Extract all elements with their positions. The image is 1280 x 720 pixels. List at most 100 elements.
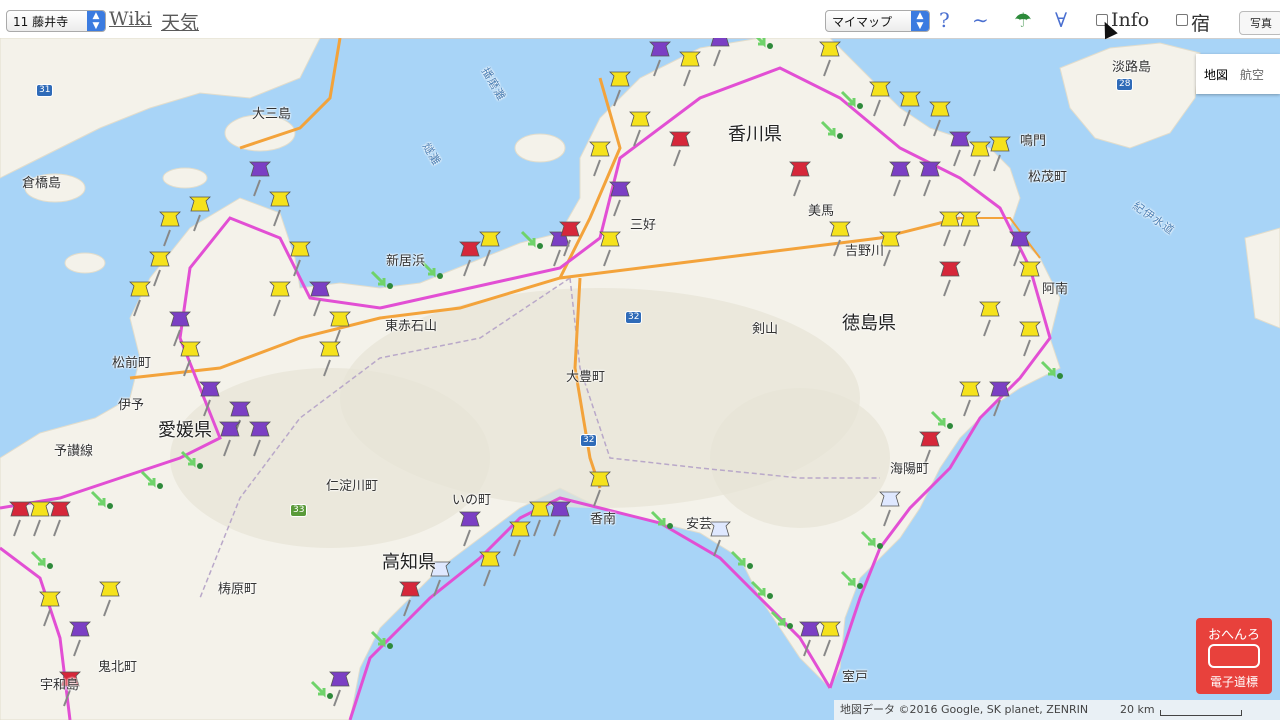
pushpin-marker-icon: [710, 38, 730, 47]
place-label: 伊予: [118, 398, 145, 413]
place-label: 淡路島: [1112, 60, 1152, 75]
star-marker-icon: [767, 593, 773, 599]
pushpin-marker-icon: [1019, 261, 1041, 277]
star-marker-icon: [747, 563, 753, 569]
lodging-checkbox[interactable]: [1176, 14, 1188, 26]
mountain-shade: [710, 388, 890, 528]
place-label: 愛媛県: [158, 420, 212, 441]
pushpin-marker-icon: [159, 211, 181, 227]
map-type-satellite-button[interactable]: 航空: [1240, 66, 1264, 83]
logo-line1: おへんろ: [1207, 628, 1260, 643]
route-shield: 33: [290, 504, 308, 517]
pushpin-marker-icon: [879, 491, 901, 507]
pushpin-marker-icon: [529, 501, 551, 517]
place-label: 宇和島: [40, 678, 80, 693]
shikoku-outline-icon: [1208, 644, 1260, 668]
pushpin-marker-icon: [129, 281, 151, 297]
route-shield: 32: [580, 434, 598, 447]
green-arrow-marker-icon: [370, 270, 386, 288]
map-type-map-button[interactable]: 地図: [1204, 66, 1228, 83]
pushpin-marker-icon: [49, 501, 71, 517]
pushpin-marker-icon: [1009, 231, 1031, 247]
place-label: 吉野川: [845, 244, 885, 259]
temple-select-value: 11 藤井寺: [13, 15, 69, 29]
star-marker-icon: [787, 623, 793, 629]
star-marker-icon: [947, 423, 953, 429]
place-label: 仁淀川町: [326, 479, 379, 494]
map-type-control: 地図 航空: [1196, 54, 1280, 94]
star-marker-icon: [387, 643, 393, 649]
pushpin-marker-icon: [589, 471, 611, 487]
pushpin-marker-icon: [269, 281, 291, 297]
star-marker-icon: [197, 463, 203, 469]
logo-line2: 電子道標: [1209, 675, 1258, 689]
pushpin-marker-icon: [869, 81, 891, 97]
wiki-link[interactable]: Wiki: [109, 8, 152, 30]
scale-bar: [1160, 710, 1242, 716]
photo-button[interactable]: 写真: [1239, 11, 1280, 35]
map-canvas[interactable]: 大三島 倉橋島 香川県 徳島県 愛媛県 鳴門 松茂町 淡路島 美馬 吉野川 新居…: [0, 38, 1280, 720]
star-marker-icon: [857, 583, 863, 589]
pushpin-marker-icon: [919, 161, 941, 177]
pushpin-marker-icon: [939, 261, 961, 277]
pushpin-marker-icon: [899, 91, 921, 107]
pushpin-marker-icon: [799, 621, 821, 637]
pushpin-marker-icon: [989, 136, 1011, 152]
pushpin-marker-icon: [649, 41, 671, 57]
mymap-select[interactable]: マイマップ ▲ ▼: [825, 10, 930, 32]
umbrella-icon[interactable]: ☂: [1014, 8, 1032, 32]
place-label: 香南: [590, 512, 617, 527]
pushpin-marker-icon: [479, 231, 501, 247]
pushpin-marker-icon: [959, 211, 981, 227]
map-attribution: 地図データ ©2016 Google, SK planet, ZENRIN 20…: [834, 700, 1280, 720]
filter-icon[interactable]: ∀: [1055, 8, 1067, 32]
star-marker-icon: [537, 243, 543, 249]
pushpin-marker-icon: [459, 241, 481, 257]
place-label: 鬼北町: [98, 660, 138, 675]
place-label: 室戸: [842, 670, 869, 685]
star-marker-icon: [837, 133, 843, 139]
pushpin-marker-icon: [9, 501, 31, 517]
pushpin-marker-icon: [889, 161, 911, 177]
ohenro-logo[interactable]: おへんろ 電子道標: [1196, 618, 1272, 694]
star-marker-icon: [107, 503, 113, 509]
pushpin-marker-icon: [629, 111, 651, 127]
island: [514, 133, 566, 163]
pin-needle: [253, 179, 261, 197]
pushpin-marker-icon: [789, 161, 811, 177]
pushpin-marker-icon: [949, 131, 971, 147]
pushpin-marker-icon: [199, 381, 221, 397]
pushpin-marker-icon: [969, 141, 991, 157]
pushpin-marker-icon: [669, 131, 691, 147]
chevron-updown-icon: ▲ ▼: [87, 11, 105, 31]
pushpin-marker-icon: [609, 181, 631, 197]
pushpin-marker-icon: [819, 41, 841, 57]
pushpin-marker-icon: [309, 281, 331, 297]
place-label: 東赤石山: [385, 319, 438, 334]
pushpin-marker-icon: [289, 241, 311, 257]
elevation-icon[interactable]: ∼: [972, 8, 989, 32]
pushpin-marker-icon: [979, 301, 1001, 317]
pushpin-marker-icon: [599, 231, 621, 247]
pushpin-marker-icon: [1019, 321, 1041, 337]
place-label: 梼原町: [218, 582, 258, 597]
pushpin-marker-icon: [939, 211, 961, 227]
temple-select[interactable]: 11 藤井寺 ▲ ▼: [6, 10, 106, 32]
place-label: 美馬: [808, 204, 835, 219]
place-label: 新居浜: [386, 254, 426, 269]
pushpin-marker-icon: [169, 311, 191, 327]
island: [162, 167, 208, 189]
place-label: 松茂町: [1028, 170, 1068, 185]
pushpin-marker-icon: [329, 671, 351, 687]
help-icon[interactable]: ?: [939, 8, 950, 32]
lodging-label: 宿: [1191, 13, 1211, 35]
pin-needle: [533, 519, 541, 537]
star-marker-icon: [387, 283, 393, 289]
star-marker-icon: [857, 103, 863, 109]
pushpin-marker-icon: [39, 591, 61, 607]
weather-link[interactable]: 天気: [161, 8, 199, 35]
place-label: 松前町: [112, 356, 152, 371]
pushpin-marker-icon: [399, 581, 421, 597]
info-label: Info: [1111, 9, 1150, 31]
pushpin-marker-icon: [919, 431, 941, 447]
